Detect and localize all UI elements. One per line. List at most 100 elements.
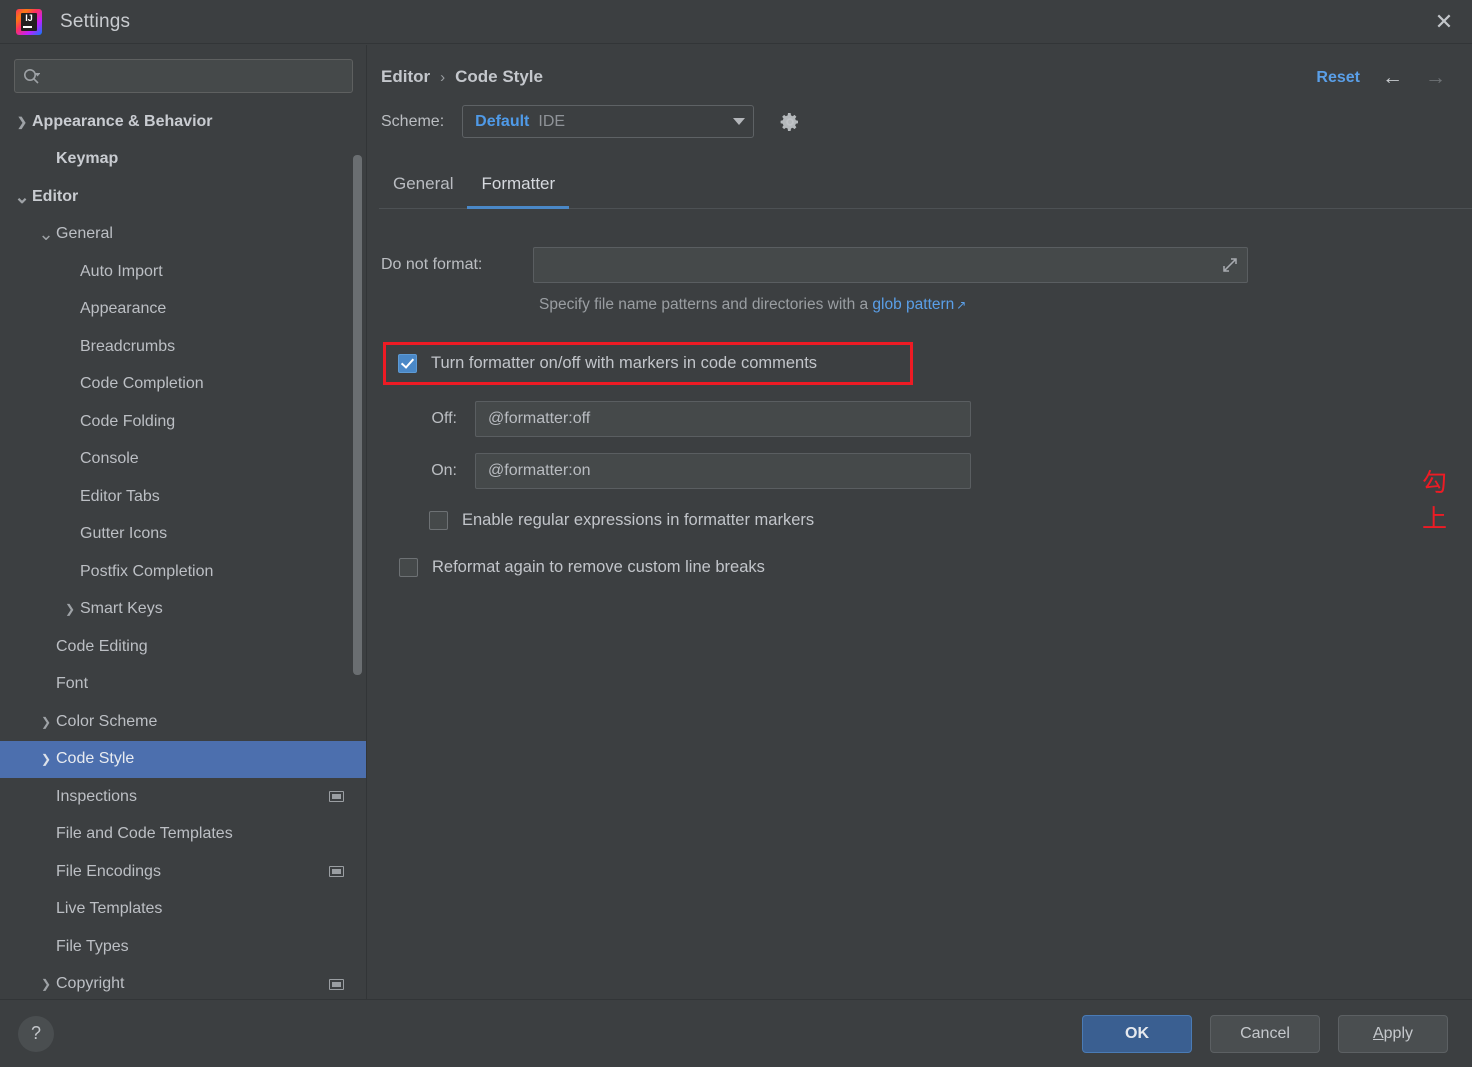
scheme-row: Scheme: Default IDE xyxy=(367,87,1472,138)
sidebar-item-postfix-completion[interactable]: Postfix Completion xyxy=(0,553,366,591)
sidebar-item-code-editing[interactable]: Code Editing xyxy=(0,628,366,666)
regex-checkbox[interactable] xyxy=(429,511,448,530)
search-box[interactable] xyxy=(14,59,353,93)
sidebar-item-console[interactable]: Console xyxy=(0,441,366,479)
sidebar-item-label: Copyright xyxy=(56,975,125,993)
gear-icon[interactable] xyxy=(776,108,804,136)
sidebar-item-label: General xyxy=(56,225,113,243)
close-icon[interactable]: ✕ xyxy=(1416,0,1472,44)
markers-checkbox-label[interactable]: Turn formatter on/off with markers in co… xyxy=(431,354,817,373)
sidebar-item-code-completion[interactable]: Code Completion xyxy=(0,366,366,404)
sidebar-item-auto-import[interactable]: Auto Import xyxy=(0,253,366,291)
sidebar-scrollbar[interactable] xyxy=(353,155,362,675)
breadcrumb-parent[interactable]: Editor xyxy=(381,67,430,87)
sidebar-item-code-style[interactable]: ❯ Code Style xyxy=(0,740,366,778)
sidebar-item-label: Breadcrumbs xyxy=(80,337,176,355)
scheme-dropdown[interactable]: Default IDE xyxy=(462,105,755,138)
markers-checkbox-highlight: Turn formatter on/off with markers in co… xyxy=(383,342,913,385)
formatter-form: Do not format: Specify file name pattern… xyxy=(367,209,1472,577)
sidebar-item-label: Code Editing xyxy=(56,637,148,655)
breadcrumb-current: Code Style xyxy=(455,67,543,86)
scheme-label: Scheme: xyxy=(381,112,445,130)
sidebar-item-breadcrumbs[interactable]: Breadcrumbs xyxy=(0,328,366,366)
sidebar-item-appearance[interactable]: Appearance xyxy=(0,291,366,329)
chevron-right-icon[interactable]: ❯ xyxy=(36,752,56,766)
chevron-down-icon[interactable]: ⌄ xyxy=(12,188,32,206)
sidebar-item-keymap[interactable]: Keymap xyxy=(0,141,366,179)
sidebar-item-file-encodings[interactable]: File Encodings xyxy=(0,853,366,891)
sidebar-item-editor-tabs[interactable]: Editor Tabs xyxy=(0,478,366,516)
sidebar-item-label: Keymap xyxy=(56,150,119,168)
sidebar-item-label: Smart Keys xyxy=(80,600,163,618)
apply-button[interactable]: Apply xyxy=(1338,1014,1448,1053)
sidebar-item-label: Color Scheme xyxy=(56,712,158,730)
sidebar-item-appearance-behavior[interactable]: ❯ Appearance & Behavior xyxy=(0,103,366,141)
arrow-left-icon[interactable]: ← xyxy=(1382,67,1403,88)
sidebar-item-smart-keys[interactable]: ❯ Smart Keys xyxy=(0,591,366,629)
sidebar-item-label: Code Completion xyxy=(80,375,204,393)
chevron-right-icon[interactable]: ❯ xyxy=(36,715,56,729)
settings-tree: ❯ Appearance & Behavior Keymap ⌄ Editor ⌄ Gene… xyxy=(0,103,366,1003)
sidebar-item-label: Auto Import xyxy=(80,262,163,280)
logo-bar xyxy=(23,25,32,28)
reformat-checkbox-row[interactable]: Reformat again to remove custom line bre… xyxy=(399,558,1472,577)
sidebar-item-label: Code Folding xyxy=(80,412,176,430)
help-icon[interactable]: ? xyxy=(18,1015,54,1052)
apply-label-rest: pply xyxy=(1383,1024,1414,1042)
sidebar-item-label: File and Code Templates xyxy=(56,825,233,843)
off-marker-label: Off: xyxy=(431,410,458,427)
off-marker-input[interactable]: @formatter:off xyxy=(475,401,971,437)
sidebar-item-label: Console xyxy=(80,450,139,468)
on-marker-value: @formatter:on xyxy=(488,462,591,479)
tab-formatter[interactable]: Formatter xyxy=(467,166,570,209)
settings-body: ❯ Appearance & Behavior Keymap ⌄ Editor ⌄ Gene… xyxy=(0,45,1472,1067)
expand-icon[interactable] xyxy=(1221,256,1239,274)
sidebar-item-label: Editor Tabs xyxy=(80,487,160,505)
sidebar-item-gutter-icons[interactable]: Gutter Icons xyxy=(0,516,366,554)
ok-button[interactable]: OK xyxy=(1082,1014,1192,1053)
glob-hint: Specify file name patterns and directori… xyxy=(539,296,1472,314)
dialog-buttons: OK Cancel Apply xyxy=(1082,1014,1448,1053)
tab-general[interactable]: General xyxy=(379,166,467,209)
regex-checkbox-label[interactable]: Enable regular expressions in formatter … xyxy=(462,511,814,530)
sidebar-item-label: Editor xyxy=(32,187,79,205)
sidebar-item-file-types[interactable]: File Types xyxy=(0,928,366,966)
sidebar-item-file-and-code-templates[interactable]: File and Code Templates xyxy=(0,816,366,854)
chevron-right-icon[interactable]: ❯ xyxy=(60,602,80,616)
do-not-format-label: Do not format: xyxy=(381,256,483,273)
chevron-down-icon[interactable]: ⌄ xyxy=(36,225,56,243)
cancel-button[interactable]: Cancel xyxy=(1210,1014,1320,1053)
sidebar-item-inspections[interactable]: Inspections xyxy=(0,778,366,816)
project-scope-icon xyxy=(329,791,344,803)
glob-hint-text: Specify file name patterns and directori… xyxy=(539,296,873,313)
chevron-right-icon[interactable]: ❯ xyxy=(12,115,32,129)
reformat-checkbox-label[interactable]: Reformat again to remove custom line bre… xyxy=(432,558,765,577)
chevron-right-icon[interactable]: ❯ xyxy=(36,977,56,991)
on-marker-input[interactable]: @formatter:on xyxy=(475,453,971,489)
do-not-format-input[interactable] xyxy=(533,247,1248,283)
markers-checkbox[interactable] xyxy=(398,354,417,373)
sidebar-item-label: Code Style xyxy=(56,750,135,768)
search-input[interactable] xyxy=(46,68,344,84)
settings-content: Editor › Code Style Reset ← → Scheme: De… xyxy=(367,45,1472,1067)
logo-text: IJ xyxy=(25,12,33,23)
glob-pattern-link[interactable]: glob pattern xyxy=(872,296,954,313)
sidebar-item-font[interactable]: Font xyxy=(0,666,366,704)
sidebar-item-label: Appearance & Behavior xyxy=(32,112,213,130)
sidebar-item-label: Font xyxy=(56,675,89,693)
off-marker-row: Off: @formatter:off xyxy=(381,401,1472,437)
sidebar-item-editor[interactable]: ⌄ Editor xyxy=(0,178,366,216)
sidebar-item-general[interactable]: ⌄ General xyxy=(0,216,366,254)
breadcrumb-separator-icon: › xyxy=(440,68,446,86)
off-marker-value: @formatter:off xyxy=(488,410,591,427)
header-actions: Reset ← → xyxy=(1316,67,1446,88)
regex-checkbox-row[interactable]: Enable regular expressions in formatter … xyxy=(429,511,1472,530)
sidebar-item-copyright[interactable]: ❯ Copyright xyxy=(0,966,366,1004)
sidebar-item-label: Inspections xyxy=(56,787,137,805)
sidebar-item-live-templates[interactable]: Live Templates xyxy=(0,891,366,929)
sidebar-item-color-scheme[interactable]: ❯ Color Scheme xyxy=(0,703,366,741)
reformat-checkbox[interactable] xyxy=(399,558,418,577)
reset-button[interactable]: Reset xyxy=(1316,69,1360,87)
sidebar-item-code-folding[interactable]: Code Folding xyxy=(0,403,366,441)
arrow-right-icon: → xyxy=(1425,66,1446,89)
